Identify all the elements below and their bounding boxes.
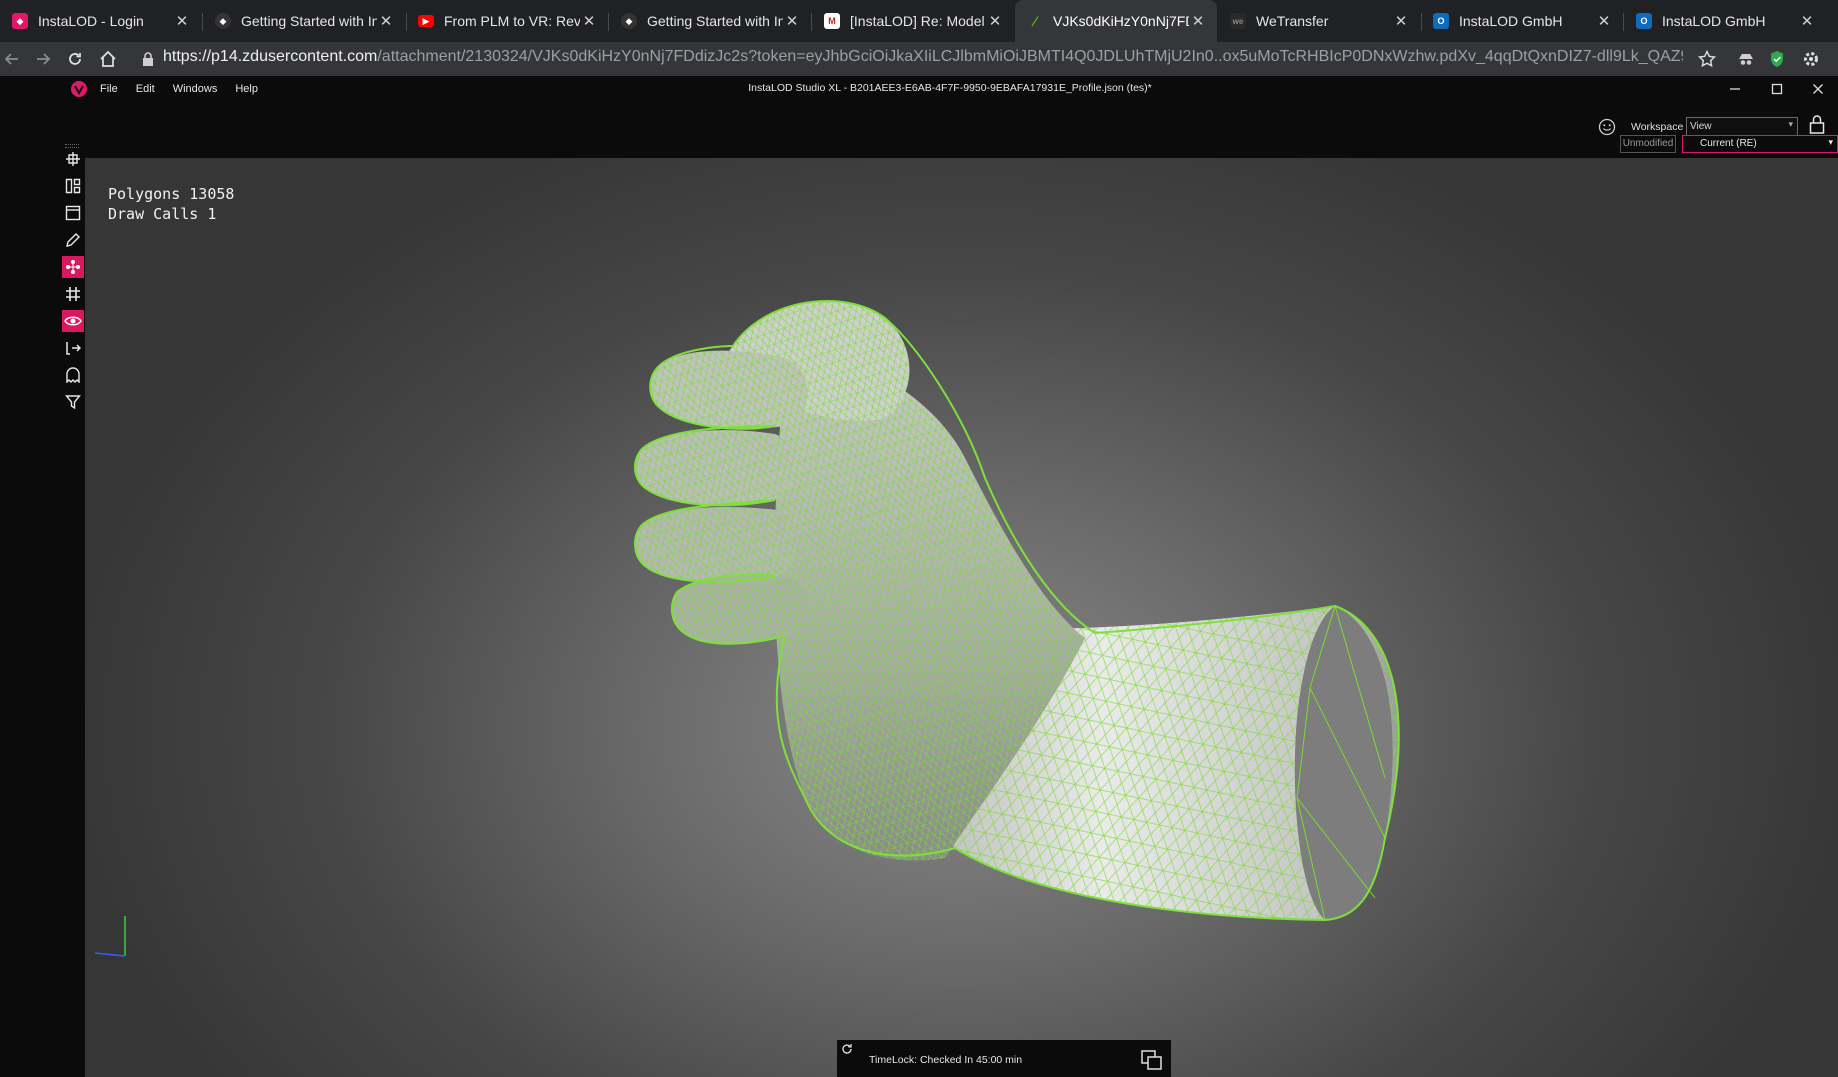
unmodified-button[interactable]: Unmodified: [1620, 135, 1676, 153]
window-icon[interactable]: [62, 202, 84, 224]
bookmark-star-icon[interactable]: [1695, 47, 1719, 71]
timelock-status: TimeLock: Checked In 45:00 min: [869, 1054, 1023, 1066]
axis-gizmo-icon: [94, 916, 126, 957]
padlock-icon[interactable]: [1809, 114, 1827, 136]
grid-hash-icon[interactable]: [62, 283, 84, 305]
pencil-icon[interactable]: [62, 229, 84, 251]
3d-viewport[interactable]: Polygons 13058 Draw Calls 1 TimeLock: Ch…: [85, 158, 1838, 1077]
address-bar[interactable]: https://p14.zdusercontent.com/attachment…: [163, 48, 1683, 66]
close-tab-icon[interactable]: ✕: [173, 12, 191, 30]
url-host: https://p14.zdusercontent.com: [163, 48, 378, 65]
close-tab-icon[interactable]: ✕: [1595, 12, 1613, 30]
current-version-select[interactable]: Current (RE) ▾: [1682, 135, 1838, 153]
instalod-dark-icon: ◆: [215, 13, 231, 29]
filter-icon[interactable]: [62, 391, 84, 413]
view-eye-icon[interactable]: [62, 310, 84, 332]
browser-tab[interactable]: O InstaLOD GmbH ✕: [1624, 0, 1826, 42]
browser-tab[interactable]: O InstaLOD GmbH ✕: [1421, 0, 1623, 42]
back-icon[interactable]: [0, 47, 24, 71]
tab-title: InstaLOD GmbH: [1662, 13, 1766, 29]
close-tab-icon[interactable]: ✕: [783, 12, 801, 30]
workspace-value: View: [1690, 121, 1712, 132]
browser-tab[interactable]: ▶ From PLM to VR: Revolu ✕: [406, 0, 608, 42]
incognito-extension-icon[interactable]: [1734, 47, 1758, 71]
tab-title: From PLM to VR: Revolu: [444, 13, 580, 29]
home-icon[interactable]: [96, 47, 120, 71]
current-version-label: Current (RE): [1700, 138, 1757, 149]
browser-tab[interactable]: ◆ Getting Started with Ins ✕: [203, 0, 405, 42]
extensions-gear-icon[interactable]: [1799, 47, 1823, 71]
close-tab-icon[interactable]: ✕: [580, 12, 598, 30]
forward-icon[interactable]: [31, 47, 55, 71]
youtube-icon: ▶: [418, 15, 434, 27]
layout-panels-icon[interactable]: [62, 175, 84, 197]
app-top-toolbar: Workspace View ▾: [62, 102, 1838, 152]
app-window-title: InstaLOD Studio XL - B201AEE3-E6AB-4F7F-…: [748, 82, 1152, 94]
workspace-label: Workspace: [1631, 121, 1684, 133]
maximize-icon[interactable]: [1762, 78, 1792, 100]
browser-tab[interactable]: we WeTransfer ✕: [1218, 0, 1420, 42]
app-titlebar: File Edit Windows Help InstaLOD Studio X…: [62, 76, 1838, 102]
browser-toolbar: https://p14.zdusercontent.com/attachment…: [0, 42, 1838, 76]
browser-tab[interactable]: M [InstaLOD] Re: Model ap ✕: [812, 0, 1014, 42]
tab-title: Getting Started with Ins: [241, 13, 377, 29]
instalod-dark-icon: ◆: [621, 13, 637, 29]
browser-tab[interactable]: ◆ Getting Started with Ins ✕: [609, 0, 811, 42]
close-tab-icon[interactable]: ✕: [1392, 12, 1410, 30]
tab-title: InstaLOD - Login: [38, 13, 144, 29]
outlook-icon: O: [1636, 13, 1652, 29]
close-window-icon[interactable]: [1803, 78, 1833, 100]
tab-title: InstaLOD GmbH: [1459, 13, 1563, 29]
browser-tab-active[interactable]: ⁄ VJKs0dKiHzY0nNj7FDdiz ✕: [1015, 0, 1217, 42]
url-path: /attachment/2130324/VJKs0dKiHzY0nNj7FDdi…: [377, 48, 1683, 65]
hand-mesh-wireframe[interactable]: [85, 158, 1838, 1077]
tab-title: Getting Started with Ins: [647, 13, 783, 29]
lock-icon[interactable]: [136, 47, 160, 71]
tab-title: VJKs0dKiHzY0nNj7FDdiz: [1053, 13, 1189, 29]
gmail-icon: M: [824, 13, 840, 29]
mesh-nodes-icon[interactable]: [62, 256, 84, 278]
close-tab-icon[interactable]: ✕: [986, 12, 1004, 30]
instalod-icon: ◆: [12, 13, 28, 29]
chevron-down-icon: ▾: [1828, 137, 1833, 147]
refresh-icon[interactable]: [841, 1043, 853, 1055]
transform-tool-icon[interactable]: [62, 148, 84, 170]
tab-title: [InstaLOD] Re: Model ap: [850, 13, 986, 29]
ghost-icon[interactable]: [62, 364, 84, 386]
feedback-smiley-icon[interactable]: [1598, 118, 1616, 136]
wetransfer-icon: we: [1230, 13, 1246, 29]
timelock-panel: TimeLock: Checked In 45:00 min: [837, 1040, 1171, 1077]
shield-extension-icon[interactable]: [1765, 47, 1789, 71]
browser-tab-strip: ◆ InstaLOD - Login ✕ ◆ Getting Started w…: [0, 0, 1838, 42]
outlook-icon: O: [1433, 13, 1449, 29]
close-tab-icon[interactable]: ✕: [1189, 12, 1207, 30]
reload-icon[interactable]: [63, 47, 87, 71]
minimize-icon[interactable]: [1720, 78, 1750, 100]
browser-tab[interactable]: ◆ InstaLOD - Login ✕: [0, 0, 201, 42]
workspace-select[interactable]: View ▾: [1686, 117, 1798, 136]
export-icon[interactable]: [62, 337, 84, 359]
chevron-down-icon: ▾: [1788, 119, 1793, 129]
close-tab-icon[interactable]: ✕: [377, 12, 395, 30]
expand-window-icon[interactable]: [1141, 1050, 1163, 1070]
close-tab-icon[interactable]: ✕: [1798, 12, 1816, 30]
zendesk-icon: ⁄: [1033, 13, 1037, 29]
tab-title: WeTransfer: [1256, 13, 1329, 29]
